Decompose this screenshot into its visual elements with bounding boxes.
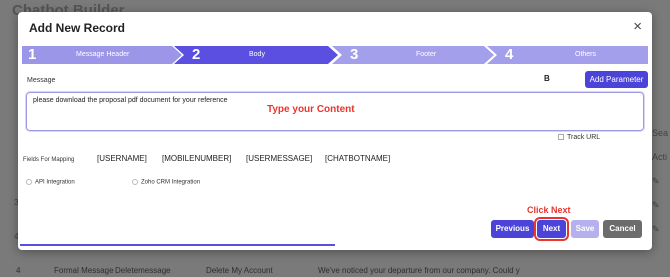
step-label: Others <box>575 51 597 58</box>
step-label: Body <box>249 51 265 58</box>
progress-bar <box>20 244 335 246</box>
edit-icon[interactable]: ✎ <box>652 224 670 248</box>
message-text: please download the proposal pdf documen… <box>33 97 228 104</box>
radio-icon[interactable] <box>26 179 32 185</box>
actions-label: Acti <box>652 152 668 162</box>
step-others[interactable]: 4 Others <box>487 46 648 64</box>
next-button[interactable]: Next <box>534 217 569 241</box>
row-type: Formal Message <box>54 266 114 275</box>
step-number: 1 <box>28 46 37 63</box>
radio-icon[interactable] <box>132 179 138 185</box>
zoho-crm-integration-label: Zoho CRM Integration <box>141 179 201 186</box>
bold-button[interactable]: B <box>544 74 550 83</box>
table-row: 4 Formal Message Deletemessage Delete My… <box>0 262 670 277</box>
checkbox-icon[interactable] <box>558 134 564 141</box>
step-number: 3 <box>350 46 359 63</box>
edit-icon[interactable]: ✎ <box>652 176 670 200</box>
row-name: Deletemessage <box>115 266 171 275</box>
api-integration-label: API Integration <box>35 179 75 186</box>
api-integration-option[interactable]: API Integration <box>26 179 75 186</box>
close-icon[interactable]: × <box>633 18 642 35</box>
step-label: Footer <box>416 51 437 58</box>
step-footer[interactable]: 3 Footer <box>332 46 494 64</box>
add-parameter-button[interactable]: Add Parameter <box>585 71 648 88</box>
annotation-click-next: Click Next <box>527 205 571 215</box>
step-number: 2 <box>192 46 201 63</box>
fields-mapping-label: Fields For Mapping <box>23 157 75 163</box>
row-description: Delete My Account <box>206 266 273 275</box>
modal-title: Add New Record <box>29 21 126 35</box>
step-number: 4 <box>505 46 514 63</box>
stepper: 1 Message Header 2 Body 3 Footer 4 Other… <box>22 46 648 64</box>
field-tag-chatbotname[interactable]: [CHATBOTNAME] <box>325 154 390 163</box>
field-tag-username[interactable]: [USERNAME] <box>97 154 147 163</box>
cancel-button[interactable]: Cancel <box>603 220 642 238</box>
field-tag-usermessage[interactable]: [USERMESSAGE] <box>246 154 312 163</box>
zoho-crm-integration-option[interactable]: Zoho CRM Integration <box>132 179 200 186</box>
annotation-type-content: Type your Content <box>267 104 355 115</box>
search-label: Sea <box>652 128 669 138</box>
save-button[interactable]: Save <box>571 220 599 238</box>
previous-button[interactable]: Previous <box>491 220 534 238</box>
field-tag-mobilenumber[interactable]: [MOBILENUMBER] <box>162 154 231 163</box>
edit-icon[interactable]: ✎ <box>652 200 670 224</box>
track-url-checkbox[interactable]: Track URL <box>558 134 600 141</box>
step-body[interactable]: 2 Body <box>174 46 338 64</box>
add-record-modal: Add New Record × 1 Message Header 2 Body… <box>18 12 652 250</box>
step-label: Message Header <box>76 51 130 58</box>
background-right-column: Sea Acti ✎ ✎ ✎ <box>652 128 670 248</box>
track-url-label: Track URL <box>567 134 601 141</box>
step-message-header[interactable]: 1 Message Header <box>22 46 182 64</box>
row-message: We've noticed your departure from our co… <box>318 266 520 275</box>
row-num: 4 <box>16 266 21 275</box>
message-label: Message <box>27 77 56 84</box>
